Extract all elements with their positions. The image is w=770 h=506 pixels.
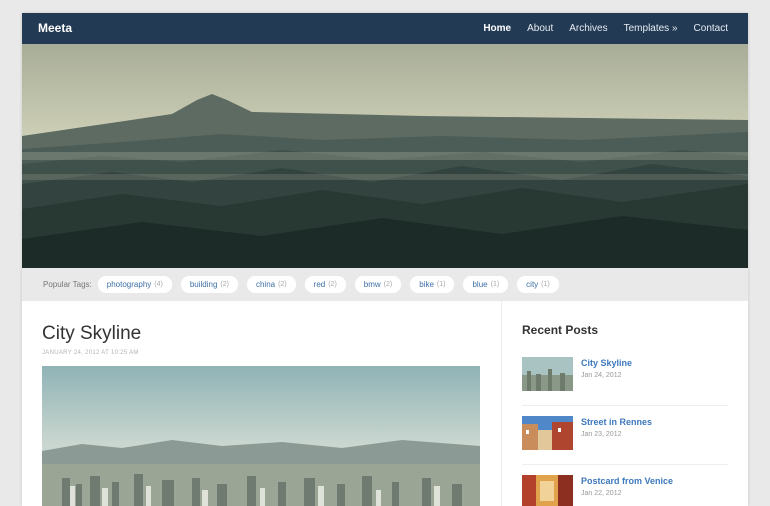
recent-post-thumbnail[interactable]: [522, 416, 573, 450]
tag-bmw[interactable]: bmw (2): [354, 276, 402, 293]
hero-image: [22, 44, 748, 268]
nav-archives[interactable]: Archives: [569, 23, 607, 34]
tags-label: Popular Tags:: [43, 280, 92, 289]
tag-name: red: [313, 280, 326, 289]
nav-about[interactable]: About: [527, 23, 553, 34]
tag-count: (2): [383, 281, 393, 288]
tag-name: bmw: [363, 280, 381, 289]
recent-post-title[interactable]: City Skyline: [581, 358, 632, 368]
recent-post-date: Jan 23, 2012: [581, 431, 622, 438]
tag-city[interactable]: city (1): [517, 276, 559, 293]
tag-count: (1): [541, 281, 550, 288]
tag-count: (1): [436, 281, 446, 288]
nav-templates[interactable]: Templates »: [624, 23, 678, 34]
tag-red[interactable]: red (2): [304, 276, 346, 293]
recent-post-date: Jan 24, 2012: [581, 372, 622, 379]
tag-name: blue: [472, 280, 488, 289]
tag-count: (1): [490, 281, 500, 288]
recent-post-thumbnail[interactable]: [522, 357, 573, 391]
recent-post-separator: [522, 464, 728, 465]
site-logo[interactable]: Meeta: [38, 21, 72, 35]
recent-post-item[interactable]: Street in Rennes Jan 23, 2012: [522, 416, 728, 456]
post-title[interactable]: City Skyline: [42, 323, 141, 345]
column-divider: [501, 301, 502, 506]
tag-name: china: [255, 280, 276, 289]
popular-tags-bar: Popular Tags: photography (4) building (2)…: [22, 268, 748, 301]
site-header: Meeta Home About Archives Templates » Co…: [22, 13, 748, 44]
tag-photography[interactable]: photography (4): [97, 276, 172, 293]
tag-count: (2): [328, 281, 337, 288]
tag-blue[interactable]: blue (1): [463, 276, 509, 293]
tag-building[interactable]: building (2): [180, 276, 238, 293]
recent-post-title[interactable]: Postcard from Venice: [581, 476, 673, 486]
recent-post-date: Jan 22, 2012: [581, 490, 622, 497]
main-nav: Home About Archives Templates » Contact: [467, 13, 728, 44]
tag-name: building: [189, 280, 218, 289]
tag-count: (4): [154, 281, 163, 288]
post-image[interactable]: [42, 366, 480, 506]
tag-name: photography: [106, 280, 152, 289]
post-date: JANUARY 24, 2012 AT 10:25 AM: [42, 350, 139, 356]
tag-count: (2): [220, 281, 229, 288]
recent-post-item[interactable]: City Skyline Jan 24, 2012: [522, 357, 728, 397]
tag-name: bike: [419, 280, 434, 289]
nav-contact[interactable]: Contact: [694, 23, 728, 34]
recent-post-separator: [522, 405, 728, 406]
recent-post-title[interactable]: Street in Rennes: [581, 417, 652, 427]
tag-china[interactable]: china (2): [246, 276, 296, 293]
tag-count: (2): [278, 281, 287, 288]
nav-home[interactable]: Home: [483, 23, 511, 34]
recent-post-thumbnail[interactable]: [522, 475, 573, 506]
tag-name: city: [526, 280, 539, 289]
tag-bike[interactable]: bike (1): [410, 276, 455, 293]
recent-post-item[interactable]: Postcard from Venice Jan 22, 2012: [522, 475, 728, 506]
recent-posts-title: Recent Posts: [522, 323, 599, 337]
page-frame: Meeta Home About Archives Templates » Co…: [22, 13, 748, 506]
